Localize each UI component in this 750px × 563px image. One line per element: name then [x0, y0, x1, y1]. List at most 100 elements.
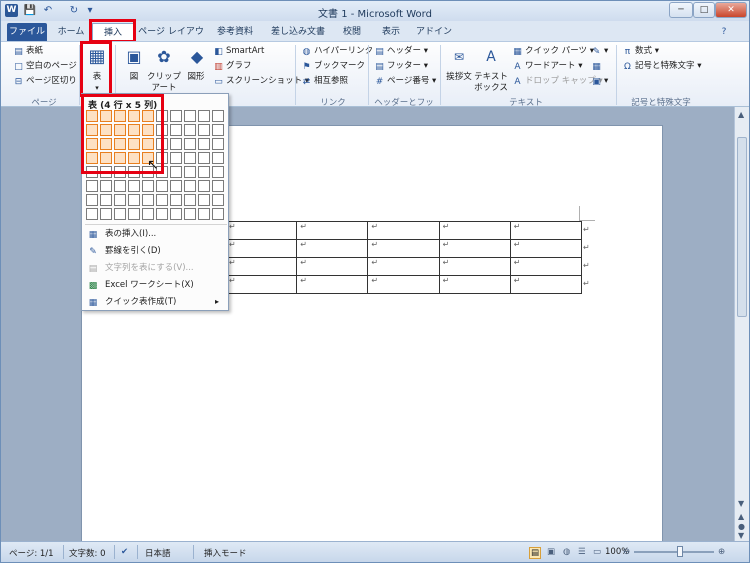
grid-cell[interactable]: [156, 208, 168, 220]
grid-cell[interactable]: [114, 124, 126, 136]
browse-object-icon[interactable]: ●: [738, 522, 745, 531]
table-cell[interactable]: ↵: [224, 275, 298, 294]
zoom-in-icon[interactable]: ⊕: [718, 547, 725, 557]
grid-cell[interactable]: [198, 152, 210, 164]
grid-cell[interactable]: [156, 138, 168, 150]
grid-cell[interactable]: [128, 138, 140, 150]
clipart-label-1[interactable]: クリップ: [147, 72, 181, 83]
grid-cell[interactable]: [142, 110, 154, 122]
tab-references[interactable]: 参考資料: [211, 23, 259, 41]
grid-cell[interactable]: [100, 180, 112, 192]
table-cell[interactable]: ↵: [296, 275, 369, 294]
dropcap-button[interactable]: A ドロップ キャップ ▾: [512, 75, 602, 88]
cover-page-button[interactable]: ▤ 表紙: [13, 45, 43, 58]
hyperlink-button[interactable]: ◍ ハイパーリンク: [301, 45, 374, 58]
table-cell[interactable]: ↵: [367, 275, 440, 294]
table-cell[interactable]: ↵: [367, 239, 440, 258]
grid-cell[interactable]: [184, 138, 196, 150]
grid-cell[interactable]: [212, 194, 224, 206]
tab-home[interactable]: ホーム: [53, 23, 89, 41]
textbox-icon[interactable]: A: [479, 46, 503, 68]
table-cell[interactable]: ↵: [509, 221, 583, 240]
picture-label[interactable]: 図: [122, 72, 146, 83]
tab-mailings[interactable]: 差し込み文書: [265, 23, 331, 41]
grid-cell[interactable]: [128, 194, 140, 206]
grid-cell[interactable]: [198, 124, 210, 136]
full-screen-icon[interactable]: ▣: [547, 547, 555, 557]
grid-cell[interactable]: [170, 194, 182, 206]
grid-cell[interactable]: [86, 208, 98, 220]
next-page-icon[interactable]: ▼: [738, 531, 744, 540]
insert-table-menu-item[interactable]: ▦ 表の挿入(I)...: [85, 226, 227, 242]
grid-cell[interactable]: [86, 124, 98, 136]
table-cell[interactable]: ↵: [296, 257, 369, 276]
page-count[interactable]: ページ: 1/1: [9, 547, 54, 559]
outline-icon[interactable]: ☰: [578, 547, 586, 557]
grid-cell[interactable]: [114, 208, 126, 220]
draft-icon[interactable]: ▭: [593, 547, 601, 557]
maximize-button[interactable]: □: [693, 2, 715, 18]
word-count[interactable]: 文字数: 0: [69, 547, 105, 559]
crossref-button[interactable]: ⇄ 相互参照: [301, 75, 348, 88]
grid-cell[interactable]: [128, 166, 140, 178]
object-button[interactable]: ▣ ▾: [591, 75, 608, 88]
grid-cell[interactable]: [212, 166, 224, 178]
draw-table-menu-item[interactable]: ✎ 罫線を引く(D): [85, 243, 227, 259]
scroll-thumb[interactable]: [737, 137, 747, 317]
grid-cell[interactable]: [100, 152, 112, 164]
greeting-label[interactable]: 挨拶文: [443, 72, 475, 83]
grid-cell[interactable]: [170, 124, 182, 136]
grid-cell[interactable]: [212, 110, 224, 122]
grid-cell[interactable]: [170, 180, 182, 192]
proofing-icon[interactable]: ✔: [121, 547, 128, 557]
grid-cell[interactable]: [198, 180, 210, 192]
grid-cell[interactable]: [114, 110, 126, 122]
table-cell[interactable]: ↵: [224, 239, 298, 258]
grid-cell[interactable]: [114, 166, 126, 178]
grid-cell[interactable]: [170, 166, 182, 178]
grid-cell[interactable]: [156, 194, 168, 206]
smartart-button[interactable]: ◧ SmartArt: [213, 45, 264, 58]
table-cell[interactable]: ↵: [509, 275, 583, 294]
zoom-slider[interactable]: [634, 551, 714, 553]
grid-cell[interactable]: [184, 110, 196, 122]
document-table[interactable]: ↵ ↵ ↵ ↵ ↵ ↵ ↵ ↵ ↵ ↵ ↵ ↵ ↵ ↵ ↵ ↵ ↵ ↵ ↵ ↵: [224, 221, 583, 294]
shapes-icon[interactable]: ◆: [185, 46, 209, 68]
zoom-out-icon[interactable]: ⊖: [623, 547, 630, 557]
grid-cell[interactable]: [184, 166, 196, 178]
table-cell[interactable]: ↵: [438, 239, 511, 258]
grid-cell[interactable]: [114, 138, 126, 150]
vertical-scrollbar[interactable]: ▲ ▼ ▲ ● ▼: [734, 107, 749, 541]
grid-cell[interactable]: [198, 208, 210, 220]
datetime-button[interactable]: ▦: [591, 60, 604, 73]
web-layout-icon[interactable]: ◍: [563, 547, 570, 557]
tab-file[interactable]: ファイル: [7, 23, 47, 41]
table-cell[interactable]: ↵: [438, 257, 511, 276]
grid-cell[interactable]: [100, 208, 112, 220]
shapes-label[interactable]: 図形: [183, 72, 209, 83]
grid-cell[interactable]: [100, 110, 112, 122]
table-cell[interactable]: ↵: [367, 221, 440, 240]
grid-cell[interactable]: [212, 152, 224, 164]
grid-cell[interactable]: [86, 152, 98, 164]
grid-cell[interactable]: [86, 110, 98, 122]
grid-cell[interactable]: [100, 166, 112, 178]
greeting-icon[interactable]: ✉: [447, 46, 471, 68]
grid-cell[interactable]: [128, 152, 140, 164]
grid-cell[interactable]: [128, 110, 140, 122]
table-cell[interactable]: ↵: [367, 257, 440, 276]
grid-cell[interactable]: [184, 152, 196, 164]
grid-cell[interactable]: [170, 138, 182, 150]
grid-cell[interactable]: [142, 194, 154, 206]
bookmark-button[interactable]: ⚑ ブックマーク: [301, 60, 365, 73]
grid-cell[interactable]: [100, 138, 112, 150]
header-button[interactable]: ▤ ヘッダー ▾: [374, 45, 428, 58]
grid-cell[interactable]: [142, 124, 154, 136]
grid-cell[interactable]: [156, 180, 168, 192]
tab-addins[interactable]: アドイン: [414, 23, 454, 41]
table-cell[interactable]: ↵: [438, 221, 511, 240]
grid-cell[interactable]: [170, 152, 182, 164]
grid-cell[interactable]: [128, 124, 140, 136]
footer-button[interactable]: ▤ フッター ▾: [374, 60, 428, 73]
grid-cell[interactable]: [212, 208, 224, 220]
